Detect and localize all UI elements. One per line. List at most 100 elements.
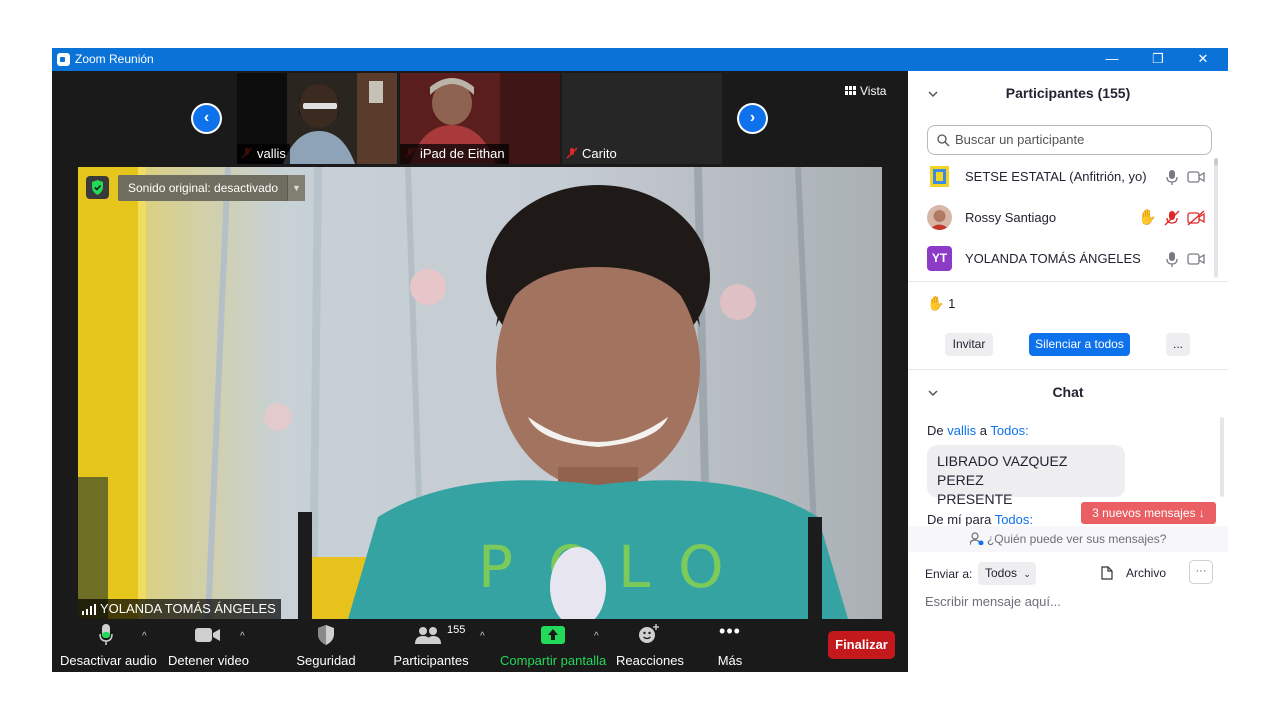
microphone-icon[interactable] [1163, 250, 1181, 268]
mic-off-icon[interactable] [1163, 209, 1181, 227]
zoom-window: Zoom Reunión — ❐ ✕ ‹ vallis iPad de Eith… [52, 48, 1228, 672]
scrollbar-thumb[interactable] [1214, 158, 1218, 166]
video-camera-icon[interactable] [1187, 168, 1205, 186]
svg-text:L: L [618, 533, 650, 601]
video-thumbnail[interactable]: Carito [562, 73, 722, 164]
thumbnail-name: vallis [237, 144, 290, 164]
view-button[interactable]: Vista [845, 80, 900, 102]
chat-more-button[interactable]: ··· [1189, 560, 1213, 584]
chat-scrollbar[interactable] [1220, 417, 1224, 497]
video-thumbnail[interactable]: iPad de Eithan [400, 73, 560, 164]
security-button[interactable]: Seguridad [292, 619, 360, 672]
participant-row[interactable]: SETSE ESTATAL (Anfitrión, yo) [908, 157, 1218, 197]
original-sound-button[interactable]: Sonido original: desactivado [118, 175, 305, 201]
participant-row[interactable]: Rossy Santiago ✋ [908, 198, 1218, 238]
arrow-down-icon: ↓ [1198, 506, 1205, 520]
chat-recipient-link[interactable]: Todos: [995, 512, 1033, 527]
view-label: Vista [860, 84, 887, 98]
microphone-icon[interactable] [1163, 168, 1181, 186]
new-messages-button[interactable]: 3 nuevos mensajes ↓ [1081, 502, 1216, 524]
chat-sender-link[interactable]: vallis [947, 423, 976, 438]
participants-scrollbar[interactable] [1214, 158, 1218, 278]
person-icon [969, 532, 984, 546]
participant-name: SETSE ESTATAL (Anfitrión, yo) [965, 169, 1147, 184]
more-options-button[interactable]: ... [1166, 333, 1190, 356]
restore-button[interactable]: ❐ [1135, 48, 1181, 71]
chevron-up-icon[interactable]: ^ [240, 631, 245, 642]
people-icon [415, 627, 441, 644]
raised-hand-icon[interactable]: ✋ [1138, 209, 1157, 227]
participant-name: YOLANDA TOMÁS ÁNGELES [965, 251, 1141, 266]
window-title: Zoom Reunión [75, 52, 154, 66]
security-label: Seguridad [296, 653, 356, 668]
divider [908, 281, 1228, 282]
chevron-left-icon: ‹ [193, 105, 220, 132]
chat-mid: a [979, 423, 988, 438]
avatar: YT [927, 246, 952, 271]
prev-page-button[interactable]: ‹ [191, 103, 222, 134]
speaker-video-image: P O L O [78, 167, 882, 619]
video-off-icon[interactable] [1187, 209, 1205, 227]
participant-name: Rossy Santiago [965, 210, 1057, 225]
end-meeting-button[interactable]: Finalizar [828, 631, 895, 659]
chat-message-line: LIBRADO VAZQUEZ PEREZ [937, 453, 1068, 488]
participant-row[interactable]: YT YOLANDA TOMÁS ÁNGELES [908, 239, 1218, 279]
title-bar: Zoom Reunión — ❐ ✕ [52, 48, 1228, 71]
send-to-label: Enviar a: [925, 567, 973, 581]
reactions-button[interactable]: Reacciones [616, 619, 684, 672]
signal-bars-icon [82, 604, 96, 615]
raised-hands-value: 1 [948, 296, 956, 311]
recipient-select[interactable]: Todos ⌄ [978, 562, 1036, 585]
avatar [927, 164, 952, 189]
video-thumbnail[interactable]: vallis [237, 73, 397, 164]
chevron-up-icon[interactable]: ^ [480, 631, 485, 642]
who-can-see-bar[interactable]: ¿Quién puede ver sus mensajes? [908, 526, 1228, 552]
video-camera-icon [195, 628, 220, 642]
encryption-badge[interactable] [86, 176, 109, 199]
mute-all-button[interactable]: Silenciar a todos [1029, 333, 1130, 356]
chevron-down-icon: ⌄ [1023, 569, 1031, 579]
chevron-up-icon[interactable]: ^ [142, 631, 147, 642]
participants-count: 155 [447, 624, 466, 636]
chat-sender-line: De vallis a Todos: [927, 423, 1029, 438]
participants-label: Participantes [393, 653, 469, 668]
meeting-toolbar: Desactivar audio ^ Detener video ^ Segur… [52, 619, 908, 672]
meeting-stage: ‹ vallis iPad de Eithan Carito › Vista P… [52, 71, 908, 672]
speaker-name: YOLANDA TOMÁS ÁNGELES [100, 601, 276, 616]
chevron-up-icon[interactable]: ^ [594, 631, 599, 642]
new-messages-label: 3 nuevos mensajes [1092, 506, 1196, 520]
thumbnail-name: Carito [582, 146, 617, 161]
participant-search-input[interactable]: Buscar un participante [927, 125, 1212, 155]
participants-button[interactable]: 155 Participantes [392, 619, 470, 672]
chat-title: Chat [1052, 384, 1084, 400]
svg-text:P: P [478, 533, 513, 601]
minimize-button[interactable]: — [1089, 48, 1135, 71]
share-screen-icon [541, 626, 565, 644]
zoom-app-icon [57, 53, 70, 66]
next-page-button[interactable]: › [737, 103, 768, 134]
speaker-name-label: YOLANDA TOMÁS ÁNGELES [78, 599, 281, 619]
more-label: Más [717, 653, 743, 668]
recipient-select-value: Todos [985, 566, 1018, 580]
video-camera-icon[interactable] [1187, 250, 1205, 268]
invite-button[interactable]: Invitar [945, 333, 993, 356]
mute-button[interactable]: Desactivar audio [60, 619, 157, 672]
thumbnail-name: iPad de Eithan [400, 144, 509, 164]
divider [908, 369, 1228, 370]
emoji-icon [639, 624, 659, 643]
who-can-see-label: ¿Quién puede ver sus mensajes? [986, 532, 1167, 546]
chat-recipient-link[interactable]: Todos: [990, 423, 1028, 438]
side-panel: Participantes (155) Buscar un participan… [908, 71, 1228, 672]
stop-video-label: Detener video [168, 653, 249, 668]
shield-icon [318, 625, 334, 645]
reactions-label: Reacciones [616, 653, 684, 668]
chat-message-input[interactable]: Escribir mensaje aquí... [925, 594, 1061, 609]
chat-message-bubble: LIBRADO VAZQUEZ PEREZ PRESENTE [927, 445, 1125, 507]
main-video[interactable]: P O L O Sonido original: desactivado ▼ [78, 167, 882, 619]
chevron-down-icon[interactable]: ▼ [287, 175, 305, 201]
chat-sender-line: De mí para Todos: [927, 512, 1033, 527]
more-button[interactable]: ••• Más [708, 619, 752, 672]
share-screen-button[interactable]: Compartir pantalla [500, 619, 606, 672]
close-button[interactable]: ✕ [1180, 48, 1226, 71]
stop-video-button[interactable]: Detener video [168, 619, 249, 672]
